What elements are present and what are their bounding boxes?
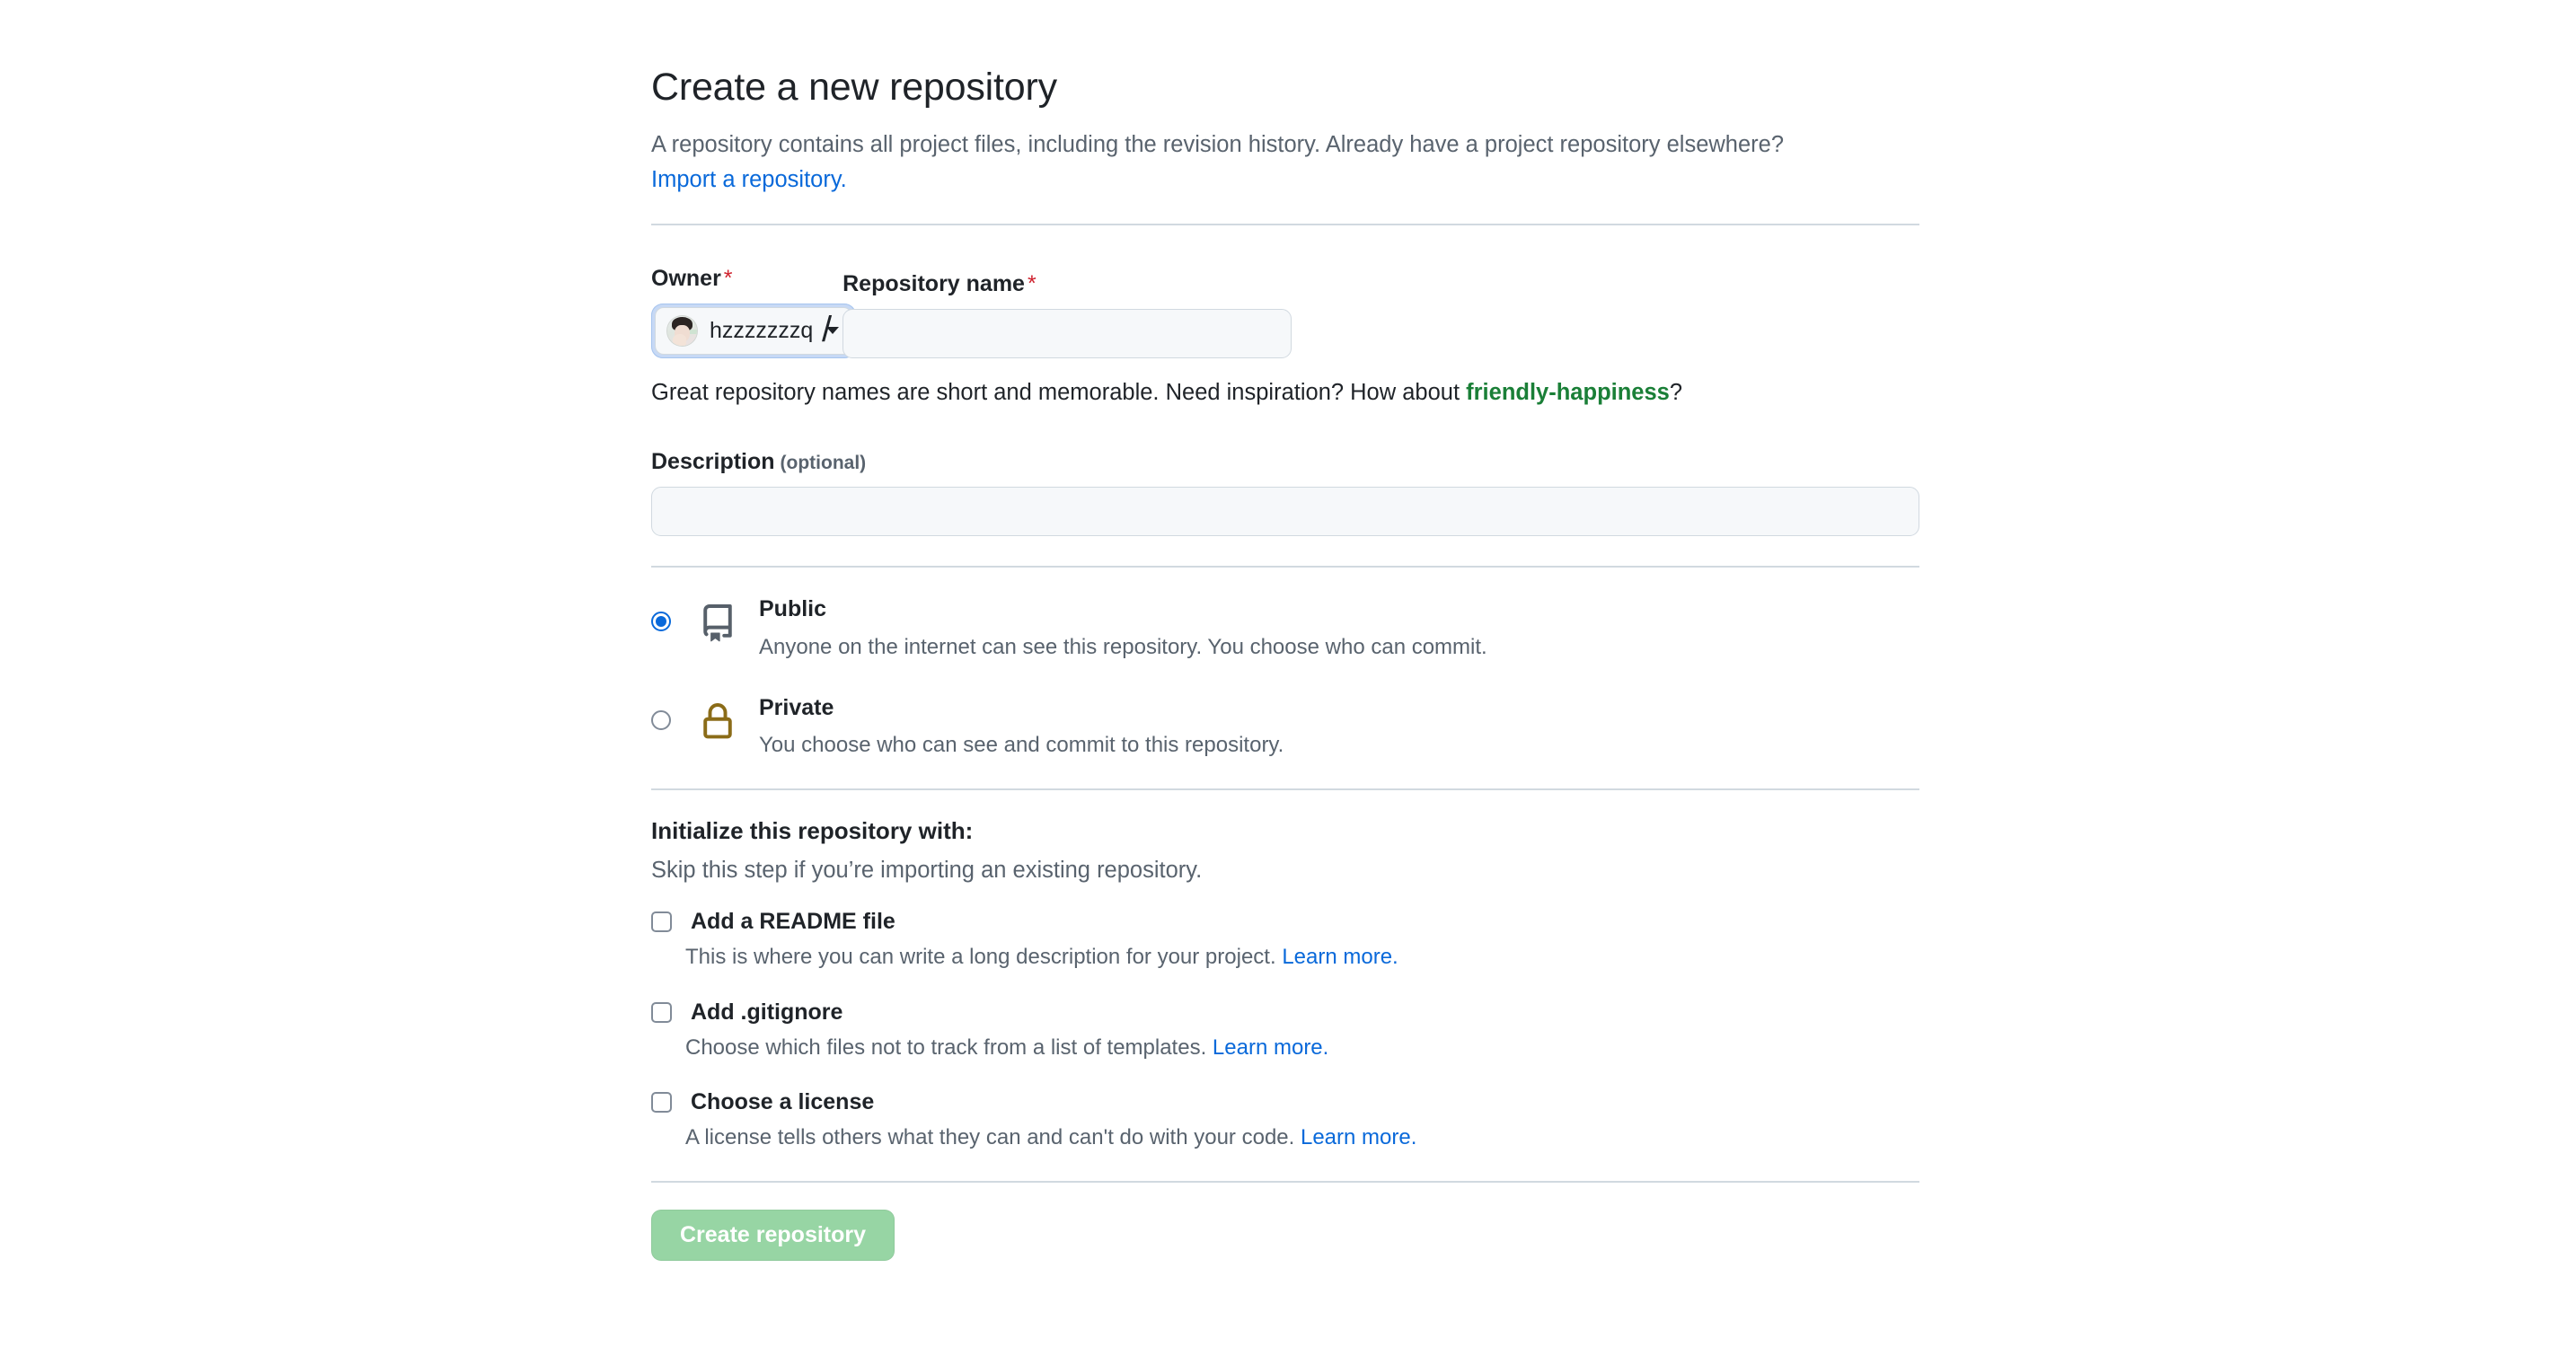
repository-name-field: Repository name * <box>842 271 1292 358</box>
owner-field: Owner * hzzzzzzzq <box>651 266 857 358</box>
create-repository-page: Create a new repository A repository con… <box>0 0 2576 1356</box>
owner-and-name-row: Owner * hzzzzzzzq / Repository name * <box>651 266 1919 358</box>
init-item-readme: Add a README file This is where you can … <box>651 909 1919 973</box>
initialize-subtitle: Skip this step if you’re importing an ex… <box>651 858 1203 883</box>
init-gitignore-description: Choose which files not to track from a l… <box>685 1033 1919 1063</box>
suggested-name-link[interactable]: friendly-happiness <box>1466 380 1670 405</box>
checkbox-license[interactable] <box>651 1092 672 1114</box>
description-label: Description (optional) <box>651 449 866 474</box>
description-label-text: Description <box>651 449 775 475</box>
lock-icon <box>699 702 737 741</box>
init-gitignore-description-text: Choose which files not to track from a l… <box>685 1035 1213 1060</box>
visibility-public-description: Anyone on the internet can see this repo… <box>759 635 1487 660</box>
visibility-option-public[interactable]: Public Anyone on the internet can see th… <box>651 594 1919 662</box>
owner-selected-value: hzzzzzzzq <box>710 317 814 343</box>
divider-visibility <box>651 788 1919 790</box>
repository-name-input[interactable] <box>842 308 1292 358</box>
radio-public[interactable] <box>651 612 671 632</box>
import-repository-link[interactable]: Import a repository. <box>651 167 847 192</box>
init-readme-label: Add a README file <box>691 909 895 934</box>
form-container: Create a new repository A repository con… <box>651 0 1919 1297</box>
init-license-label: Choose a license <box>691 1089 875 1115</box>
init-item-license: Choose a license A license tells others … <box>651 1089 1919 1153</box>
owner-required-asterisk: * <box>723 265 733 291</box>
divider-submit <box>651 1180 1919 1183</box>
repository-name-required-asterisk: * <box>1027 270 1037 296</box>
page-subtitle: A repository contains all project files,… <box>651 128 1837 198</box>
init-gitignore-learn-more-link[interactable]: Learn more. <box>1213 1035 1328 1060</box>
submit-row: Create repository <box>651 1209 1919 1297</box>
initialize-section: Initialize this repository with: Skip th… <box>651 817 1919 1153</box>
visibility-private-title: Private <box>759 694 834 720</box>
visibility-public-text: Public Anyone on the internet can see th… <box>759 594 1487 662</box>
init-readme-description: This is where you can write a long descr… <box>685 942 1919 973</box>
initialize-title: Initialize this repository with: <box>651 817 974 844</box>
hint-text-after: ? <box>1669 379 1683 405</box>
checkbox-gitignore[interactable] <box>651 1001 672 1023</box>
repository-name-label-text: Repository name <box>842 270 1025 296</box>
checkbox-readme[interactable] <box>651 911 672 932</box>
init-license-description-text: A license tells others what they can and… <box>685 1125 1301 1150</box>
divider-description <box>651 566 1919 568</box>
visibility-options: Public Anyone on the internet can see th… <box>651 594 1919 761</box>
init-license-description: A license tells others what they can and… <box>685 1123 1919 1153</box>
page-title: Create a new repository <box>651 66 1057 109</box>
init-license-learn-more-link[interactable]: Learn more. <box>1301 1125 1416 1149</box>
radio-private[interactable] <box>651 709 671 730</box>
init-readme-learn-more-link[interactable]: Learn more. <box>1282 945 1398 969</box>
description-input[interactable] <box>651 487 1919 537</box>
visibility-public-title: Public <box>759 596 827 622</box>
visibility-option-private[interactable]: Private You choose who can see and commi… <box>651 693 1919 761</box>
init-readme-description-text: This is where you can write a long descr… <box>685 945 1283 969</box>
init-gitignore-row[interactable]: Add .gitignore <box>651 999 1919 1026</box>
create-repository-button[interactable]: Create repository <box>651 1209 895 1261</box>
path-separator: / <box>822 309 833 349</box>
init-item-gitignore: Add .gitignore Choose which files not to… <box>651 999 1919 1063</box>
visibility-private-description: You choose who can see and commit to thi… <box>759 733 1284 758</box>
user-avatar-icon <box>666 314 698 347</box>
initialize-options: Add a README file This is where you can … <box>651 909 1919 1153</box>
description-field: Description (optional) <box>651 449 1919 537</box>
owner-label: Owner * <box>651 266 811 292</box>
repository-name-hint: Great repository names are short and mem… <box>651 377 1919 409</box>
init-readme-row[interactable]: Add a README file <box>651 909 1919 935</box>
repository-name-label: Repository name * <box>842 271 1292 297</box>
page-subtitle-text: A repository contains all project files,… <box>651 131 1785 157</box>
visibility-private-text: Private You choose who can see and commi… <box>759 693 1284 761</box>
owner-label-text: Owner <box>651 265 721 291</box>
hint-text-before: Great repository names are short and mem… <box>651 379 1467 405</box>
init-license-row[interactable]: Choose a license <box>651 1089 1919 1115</box>
init-gitignore-label: Add .gitignore <box>691 999 843 1025</box>
description-optional-tag: (optional) <box>780 453 867 474</box>
repo-book-icon <box>699 604 737 642</box>
divider-header <box>651 223 1919 225</box>
